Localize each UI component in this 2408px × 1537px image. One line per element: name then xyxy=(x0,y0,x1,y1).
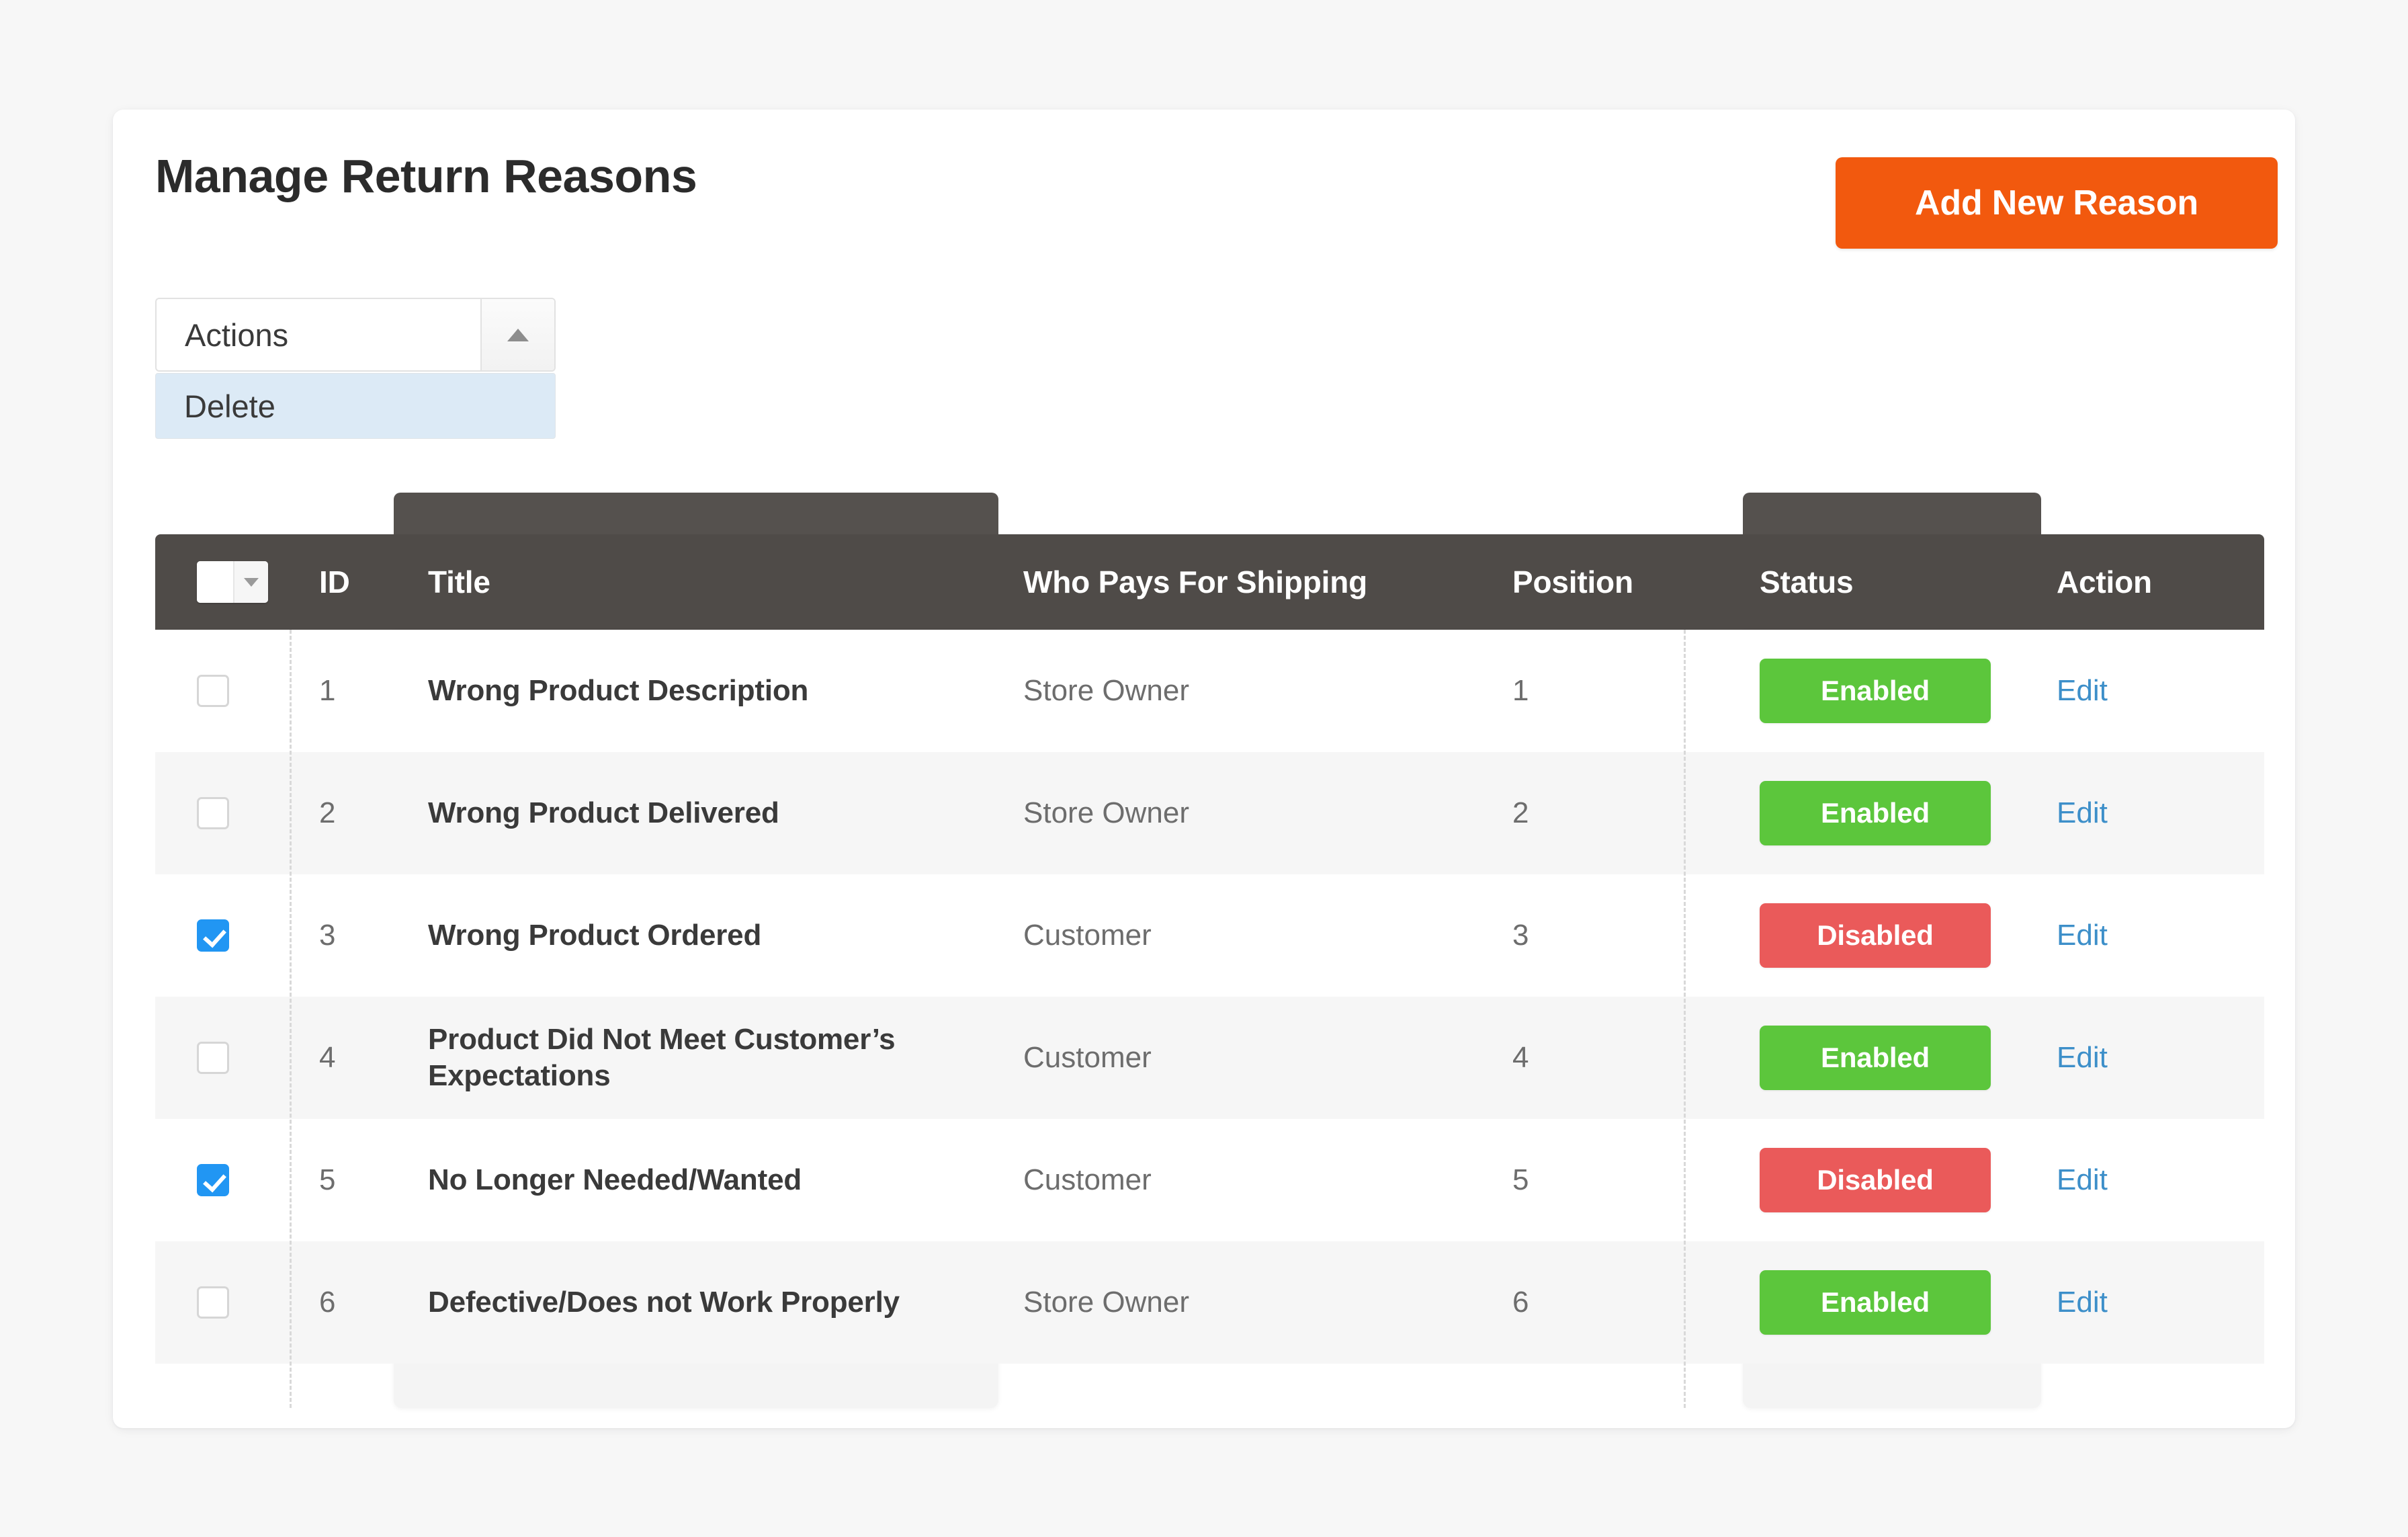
status-badge[interactable]: Enabled xyxy=(1760,1270,1991,1335)
cell-action: Edit xyxy=(2024,630,2264,752)
column-header-title[interactable]: Title xyxy=(396,534,1000,630)
status-badge[interactable]: Enabled xyxy=(1760,1026,1991,1090)
cell-action: Edit xyxy=(2024,1119,2264,1241)
cell-action: Edit xyxy=(2024,997,2264,1119)
table-row: 4 Product Did Not Meet Customer’s Expecta… xyxy=(155,997,2264,1119)
row-select-cell xyxy=(155,997,308,1119)
page-title: Manage Return Reasons xyxy=(155,150,697,202)
table-row: 6 Defective/Does not Work Properly Store O… xyxy=(155,1241,2264,1364)
table-row: 2 Wrong Product Delivered Store Owner 2 Enab… xyxy=(155,752,2264,874)
chevron-down-icon xyxy=(244,577,259,587)
cell-title: Wrong Product Ordered xyxy=(428,919,762,952)
cell-position: 2 xyxy=(1512,796,1529,829)
edit-link[interactable]: Edit xyxy=(2057,919,2108,952)
select-all-toggle[interactable] xyxy=(233,561,268,603)
actions-select-wrapper: Actions Delete xyxy=(155,298,556,439)
cell-action: Edit xyxy=(2024,752,2264,874)
row-checkbox[interactable] xyxy=(197,1286,229,1319)
column-header-action[interactable]: Action xyxy=(2024,534,2264,630)
actions-select-toggle[interactable] xyxy=(480,299,554,370)
select-all-checkbox[interactable] xyxy=(197,561,233,603)
edit-link[interactable]: Edit xyxy=(2057,1286,2108,1319)
cell-action: Edit xyxy=(2024,1241,2264,1364)
cell-id: 5 xyxy=(319,1163,336,1196)
cell-status: Enabled xyxy=(1726,1241,2024,1364)
row-select-cell xyxy=(155,630,308,752)
edit-link[interactable]: Edit xyxy=(2057,674,2108,708)
cell-title: Product Did Not Meet Customer’s Expectat… xyxy=(428,1023,896,1092)
page-root: Manage Return Reasons Add New Reason Act… xyxy=(0,0,2408,1537)
select-all-header xyxy=(155,534,308,630)
select-all-dropdown[interactable] xyxy=(197,561,268,603)
cell-who-pays: Store Owner xyxy=(1023,1286,1189,1319)
cell-title: Wrong Product Description xyxy=(428,674,809,708)
column-header-position[interactable]: Position xyxy=(1490,534,1726,630)
cell-status: Enabled xyxy=(1726,630,2024,752)
status-badge[interactable]: Enabled xyxy=(1760,781,1991,845)
cell-id: 1 xyxy=(319,674,336,707)
cell-title: Wrong Product Delivered xyxy=(428,796,779,830)
cell-status: Disabled xyxy=(1726,1119,2024,1241)
caret-up-icon xyxy=(507,328,529,341)
status-badge[interactable]: Disabled xyxy=(1760,1148,1991,1212)
cell-position: 3 xyxy=(1512,919,1529,952)
actions-option-delete[interactable]: Delete xyxy=(155,373,556,439)
cell-id: 3 xyxy=(319,919,336,952)
add-new-reason-button[interactable]: Add New Reason xyxy=(1836,157,2278,249)
row-select-cell xyxy=(155,874,308,997)
cell-id: 2 xyxy=(319,796,336,829)
cell-who-pays: Customer xyxy=(1023,919,1152,952)
row-select-cell xyxy=(155,752,308,874)
cell-position: 4 xyxy=(1512,1041,1529,1074)
table-row: 5 No Longer Needed/Wanted Customer 5 Disable… xyxy=(155,1119,2264,1241)
actions-select[interactable]: Actions xyxy=(155,298,556,372)
column-header-id[interactable]: ID xyxy=(308,534,396,630)
row-checkbox[interactable] xyxy=(197,1042,229,1074)
status-badge[interactable]: Disabled xyxy=(1760,903,1991,968)
cell-status: Enabled xyxy=(1726,997,2024,1119)
cell-who-pays: Store Owner xyxy=(1023,674,1189,707)
table-row: 3 Wrong Product Ordered Customer 3 Disabled E… xyxy=(155,874,2264,997)
row-checkbox[interactable] xyxy=(197,919,229,952)
cell-status: Enabled xyxy=(1726,752,2024,874)
cell-id: 4 xyxy=(319,1041,336,1074)
row-select-cell xyxy=(155,1241,308,1364)
cell-title: Defective/Does not Work Properly xyxy=(428,1286,900,1319)
row-checkbox[interactable] xyxy=(197,1164,229,1196)
cell-title: No Longer Needed/Wanted xyxy=(428,1163,802,1197)
row-select-cell xyxy=(155,1119,308,1241)
cell-who-pays: Customer xyxy=(1023,1163,1152,1196)
table-body: 1 Wrong Product Description Store Owner 1 En… xyxy=(155,630,2264,1364)
cell-who-pays: Store Owner xyxy=(1023,796,1189,829)
cell-status: Disabled xyxy=(1726,874,2024,997)
status-badge[interactable]: Enabled xyxy=(1760,659,1991,723)
cell-id: 6 xyxy=(319,1286,336,1319)
table-header-row: ID Title Who Pays For Shipping Position … xyxy=(155,534,2264,630)
column-header-status[interactable]: Status xyxy=(1726,534,2024,630)
row-checkbox[interactable] xyxy=(197,675,229,707)
table-row: 1 Wrong Product Description Store Owner 1 En… xyxy=(155,630,2264,752)
cell-position: 5 xyxy=(1512,1163,1529,1196)
actions-select-value: Actions xyxy=(185,317,289,353)
cell-who-pays: Customer xyxy=(1023,1041,1152,1074)
cell-action: Edit xyxy=(2024,874,2264,997)
cell-position: 1 xyxy=(1512,674,1529,707)
column-header-who-pays[interactable]: Who Pays For Shipping xyxy=(1000,534,1490,630)
row-checkbox[interactable] xyxy=(197,797,229,829)
return-reasons-table: ID Title Who Pays For Shipping Position … xyxy=(155,534,2264,1364)
cell-position: 6 xyxy=(1512,1286,1529,1319)
edit-link[interactable]: Edit xyxy=(2057,796,2108,830)
edit-link[interactable]: Edit xyxy=(2057,1041,2108,1075)
edit-link[interactable]: Edit xyxy=(2057,1163,2108,1197)
